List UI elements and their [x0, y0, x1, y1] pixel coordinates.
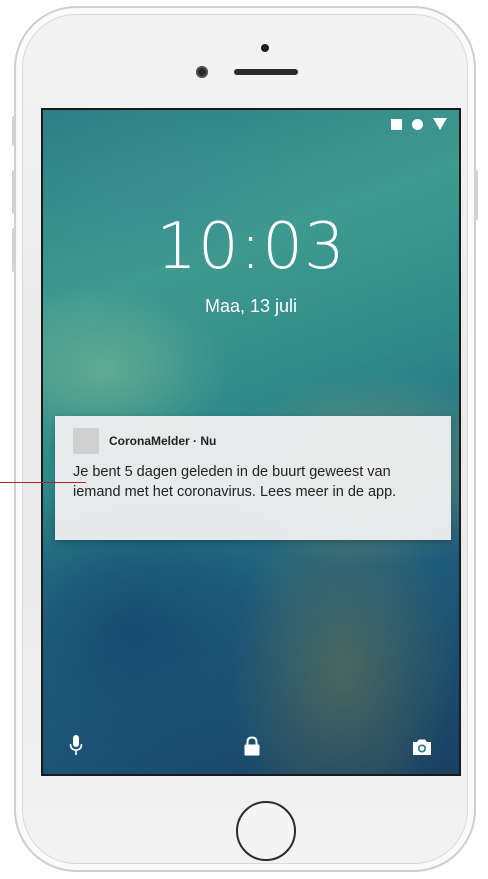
- home-button[interactable]: [236, 801, 296, 861]
- square-icon: [391, 118, 402, 130]
- status-bar: [391, 118, 447, 130]
- lock-icon[interactable]: [243, 736, 261, 756]
- earpiece-speaker: [234, 69, 298, 75]
- front-camera: [196, 66, 208, 78]
- notification-card[interactable]: CoronaMelder · Nu Je bent 5 dagen gelede…: [55, 416, 451, 540]
- circle-icon: [412, 118, 423, 130]
- notification-app-name: CoronaMelder · Nu: [109, 434, 217, 448]
- mute-switch: [12, 116, 16, 146]
- app-icon: [73, 428, 99, 454]
- lockscreen-clock: 10:03: [156, 210, 346, 284]
- volume-up-button: [12, 170, 16, 214]
- notification-header: CoronaMelder · Nu: [73, 428, 433, 454]
- triangle-icon: [433, 118, 447, 130]
- camera-icon[interactable]: [411, 738, 433, 756]
- notification-message: Je bent 5 dagen geleden in de buurt gewe…: [73, 464, 397, 500]
- annotation-pointer-line: [0, 482, 86, 483]
- volume-down-button: [12, 228, 16, 272]
- top-sensor-dot: [261, 44, 269, 52]
- lockscreen-date: Maa, 13 juli: [204, 296, 298, 316]
- lock-screen: 10:03 Maa, 13 juli CoronaMelder · Nu Je …: [41, 108, 461, 776]
- lockscreen-bottom-bar: [43, 734, 459, 756]
- power-button: [474, 170, 478, 220]
- microphone-icon[interactable]: [69, 734, 83, 756]
